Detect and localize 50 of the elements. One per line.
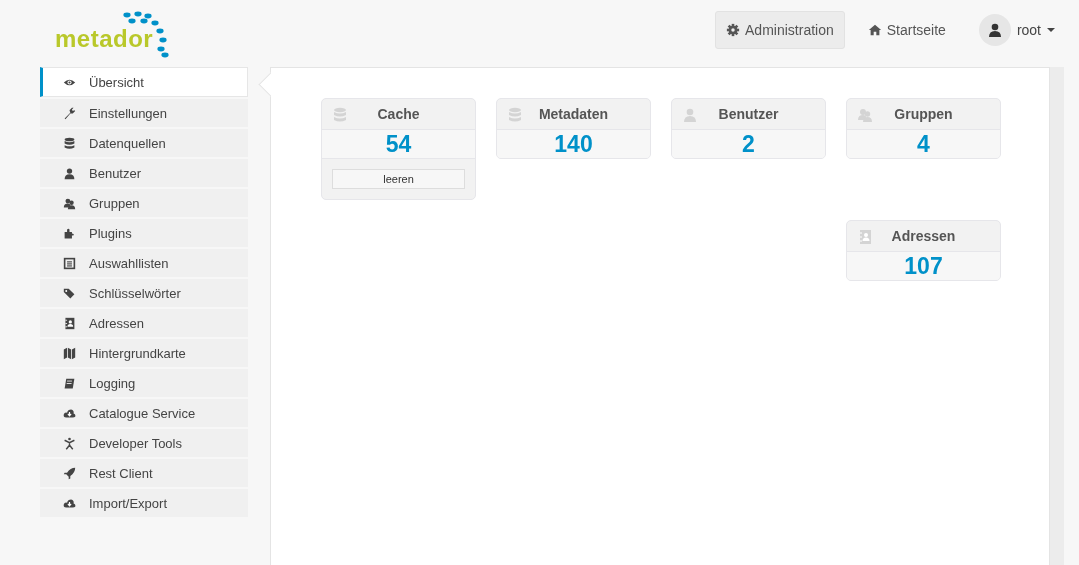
card-value: 107 bbox=[904, 252, 943, 280]
card-value: 2 bbox=[742, 130, 755, 158]
card-title: Adressen bbox=[891, 228, 956, 244]
card-value: 54 bbox=[385, 130, 412, 158]
users-icon bbox=[857, 107, 873, 123]
sidebar-item[interactable]: Datenquellen bbox=[40, 129, 248, 157]
gear-icon bbox=[726, 23, 741, 37]
rocket-icon bbox=[63, 466, 76, 480]
sidebar-item[interactable]: Rest Client bbox=[40, 459, 248, 487]
sidebar-item[interactable]: Benutzer bbox=[40, 159, 248, 187]
card-value: 140 bbox=[554, 130, 593, 158]
card-title: Cache bbox=[377, 106, 420, 122]
sidebar-item[interactable]: Adressen bbox=[40, 309, 248, 337]
database-icon bbox=[507, 107, 523, 123]
clear-button[interactable]: leeren bbox=[332, 169, 465, 189]
map-icon bbox=[63, 346, 76, 360]
tags-icon bbox=[63, 286, 76, 300]
puzzle-icon bbox=[63, 226, 76, 240]
card-value: 4 bbox=[917, 130, 930, 158]
figure-icon bbox=[63, 436, 76, 450]
home-icon bbox=[867, 23, 882, 37]
card-title: Metadaten bbox=[538, 106, 609, 122]
sidebar-item[interactable]: Hintergrundkarte bbox=[40, 339, 248, 367]
sidebar-item[interactable]: Gruppen bbox=[40, 189, 248, 217]
list-icon bbox=[63, 256, 76, 270]
sidebar-item[interactable]: Developer Tools bbox=[40, 429, 248, 457]
user-icon bbox=[682, 107, 698, 123]
addressbook-icon bbox=[63, 316, 76, 330]
database-icon bbox=[63, 136, 76, 150]
sidebar-item[interactable]: Plugins bbox=[40, 219, 248, 247]
card-title: Gruppen bbox=[894, 106, 953, 122]
wrench-icon bbox=[63, 106, 76, 120]
users-icon bbox=[63, 196, 76, 210]
user-icon bbox=[63, 166, 76, 180]
card-title: Benutzer bbox=[718, 106, 779, 122]
logo-text: metador bbox=[55, 25, 154, 53]
sidebar-item[interactable]: Import/Export bbox=[40, 489, 248, 517]
addressbook-icon bbox=[857, 229, 873, 245]
database-icon bbox=[332, 107, 348, 123]
nav-link[interactable]: Startseite bbox=[856, 11, 957, 49]
sidebar-item[interactable]: Übersicht bbox=[40, 67, 248, 97]
sidebar-item[interactable]: Logging bbox=[40, 369, 248, 397]
sidebar-item[interactable]: Schlüsselwörter bbox=[40, 279, 248, 307]
user-icon bbox=[986, 22, 1003, 38]
sidebar-item[interactable]: Catalogue Service bbox=[40, 399, 248, 427]
sidebar-item[interactable]: Einstellungen bbox=[40, 99, 248, 127]
book-icon bbox=[63, 376, 76, 390]
nav-link[interactable]: Administration bbox=[715, 11, 845, 49]
sidebar-item[interactable]: Auswahllisten bbox=[40, 249, 248, 277]
user-menu[interactable]: root bbox=[978, 14, 1055, 46]
